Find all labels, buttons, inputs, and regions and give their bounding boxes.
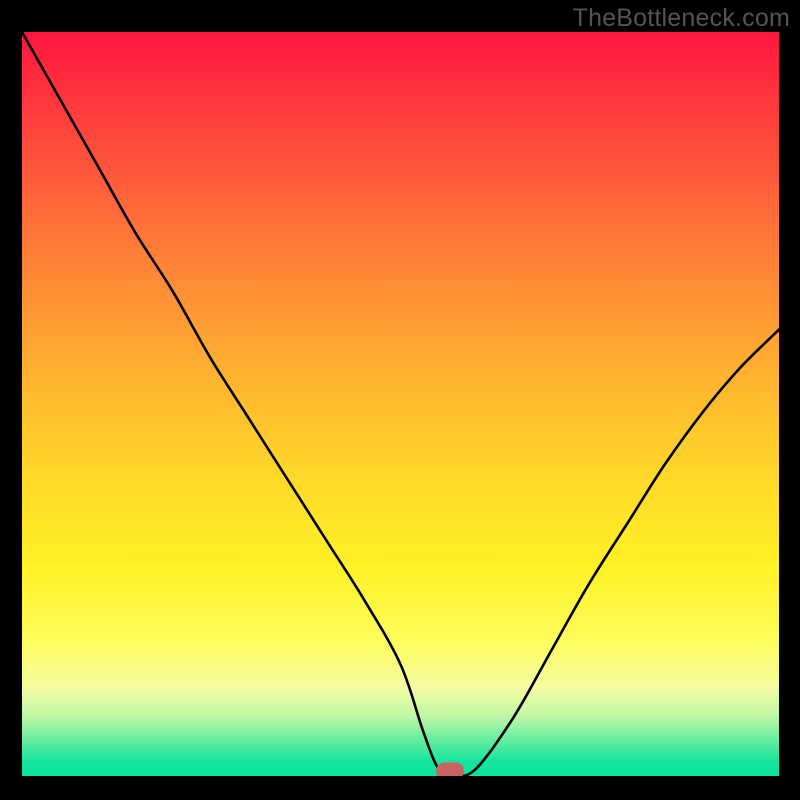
- curve-svg: [22, 32, 779, 776]
- chart-frame: TheBottleneck.com: [0, 0, 800, 800]
- watermark-text: TheBottleneck.com: [573, 4, 790, 33]
- bottleneck-curve: [22, 32, 779, 776]
- plot-area: [22, 32, 779, 776]
- current-point-marker: [436, 762, 464, 776]
